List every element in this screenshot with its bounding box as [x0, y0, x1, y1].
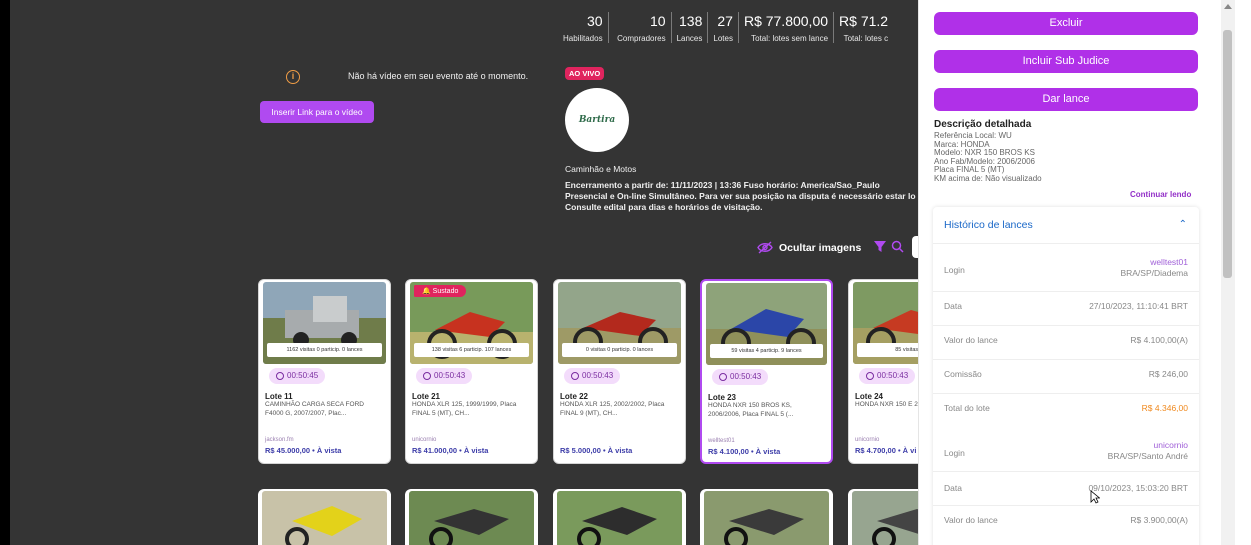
clock-icon [866, 372, 874, 380]
lot-leader: unicornio [412, 437, 437, 443]
live-badge: AO VIVO [565, 67, 605, 80]
chevron-up-icon[interactable]: ⌃ [1179, 219, 1187, 230]
lot-timer: 00:50:43 [416, 368, 473, 384]
insert-video-link-button[interactable]: Inserir Link para o vídeo [260, 101, 374, 123]
scroll-thumb[interactable] [1223, 30, 1232, 278]
lot-title: Lote 22 [560, 392, 589, 401]
lot-leader: unicornio [855, 437, 880, 443]
place-bid-button[interactable]: Dar lance [934, 88, 1198, 111]
bid-row-login: Login welltest01 BRA/SP/Diadema [933, 243, 1199, 291]
delete-button[interactable]: Excluir [934, 12, 1198, 35]
suspended-badge: 🔔 Sustado [414, 285, 467, 297]
clock-icon [719, 373, 727, 381]
stat-habilitados: 30 Habilitados [563, 13, 603, 43]
lot-description: HONDA NXR 150 BROS KS, 2006/2006, Placa … [708, 402, 794, 418]
lot-title: Lote 21 [412, 392, 441, 401]
lot-timer: 00:50:45 [269, 368, 326, 384]
lot-title: Lote 24 [855, 392, 884, 401]
lot-card-selected[interactable]: 59 visitas 4 particip. 9 lances 00:50:43… [700, 279, 833, 464]
lot-title: Lote 11 [265, 392, 293, 401]
clock-icon [276, 372, 284, 380]
bid-row-date: Data 09/10/2023, 15:03:20 BRT [933, 471, 1199, 505]
lot-card[interactable] [553, 489, 686, 545]
clock-icon [423, 372, 431, 380]
stat-lotes: 27 Lotes [707, 12, 738, 43]
lot-detail-panel: Excluir Incluir Sub Judice Dar lance Des… [918, 0, 1216, 545]
hide-images-label: Ocultar imagens [779, 241, 862, 254]
lot-timer: 00:50:43 [859, 368, 916, 384]
bid-row-value: Valor do lance R$ 3.900,00(A) [933, 505, 1199, 539]
bid-row-commission: Comissão R$ 246,00 [933, 359, 1199, 393]
stat-total-sem-lance: R$ 77.800,00 Total: lotes sem lance [737, 12, 833, 43]
lot-price: R$ 41.000,00 • À vista [412, 446, 489, 455]
lot-views: 0 visitas 0 particip. 0 lances [562, 343, 677, 357]
app-window: i Não há vídeo em seu evento até o momen… [0, 0, 1251, 545]
lot-leader: jackson.fm [265, 437, 294, 443]
lot-views: 138 visitas 6 particip. 107 lances [414, 343, 529, 357]
bid-row-login: Login unicornio BRA/SP/Santo André [944, 440, 1188, 461]
lot-description: HONDA XLR 125, 2002/2002, Placa FINAL 9 … [560, 401, 665, 417]
lot-price: R$ 45.000,00 • À vista [265, 446, 342, 455]
event-stats: 30 Habilitados 10 Compradores 138 Lances 27… [558, 12, 893, 43]
scroll-up-arrow[interactable] [1224, 4, 1232, 9]
lot-card[interactable] [405, 489, 538, 545]
panel-scrollbar[interactable] [1216, 0, 1251, 545]
lot-timer: 00:50:43 [712, 369, 769, 385]
lot-card[interactable]: 🔔 Sustado 138 visitas 6 particip. 107 la… [405, 279, 538, 464]
filter-icon[interactable] [874, 241, 886, 253]
lot-price: R$ 5.000,00 • À vista [560, 446, 633, 455]
bell-icon: 🔔 [422, 288, 433, 295]
lot-description: HONDA XLR 125, 1999/1999, Placa FINAL 5 … [412, 401, 517, 417]
auctioneer-logo: Bartira [565, 88, 629, 152]
bid-row-value: Valor do lance R$ 4.100,00(A) [933, 325, 1199, 359]
stat-lances: 138 Lances [670, 12, 708, 43]
search-icon[interactable] [891, 240, 904, 253]
video-message: Não há vídeo em seu evento até o momento… [348, 71, 529, 81]
event-category: Caminhão e Motos [565, 164, 637, 174]
lot-photo [704, 491, 829, 545]
bid-history-title[interactable]: Histórico de lances [944, 219, 1033, 231]
lot-card[interactable]: 0 visitas 0 particip. 0 lances 00:50:43 … [553, 279, 686, 464]
lot-description: CAMINHÃO CARGA SECA FORD F4000 G, 2007/2… [265, 401, 364, 417]
event-info: Encerramento a partir de: 11/11/2023 | 1… [565, 180, 916, 212]
lot-price: R$ 4.700,00 • À vi [855, 446, 917, 455]
lot-views: 1162 visitas 0 particip. 0 lances [267, 343, 382, 357]
stat-compradores: 10 Compradores [607, 12, 671, 43]
continue-reading-link[interactable]: Continuar lendo [1130, 190, 1191, 199]
lot-card[interactable] [700, 489, 833, 545]
lot-leader: welltest01 [708, 438, 735, 444]
info-icon: i [286, 70, 300, 84]
left-edge [0, 0, 10, 545]
hide-images-toggle[interactable]: Ocultar imagens [757, 241, 861, 254]
bid-row-date: Data 27/10/2023, 11:10:41 BRT [933, 291, 1199, 325]
sub-judice-button[interactable]: Incluir Sub Judice [934, 50, 1198, 73]
lot-photo [557, 491, 682, 545]
lot-photo [262, 491, 387, 545]
lot-views: 59 visitas 4 particip. 9 lances [710, 344, 823, 358]
description-body: Referência Local: WU Marca: HONDA Modelo… [934, 132, 1042, 183]
bid-row-total: Total do lote R$ 4.346,00 [933, 393, 1199, 427]
lot-title: Lote 23 [708, 393, 737, 402]
bid-history: Histórico de lances ⌃ Login welltest01 B… [933, 207, 1199, 545]
lot-card[interactable]: 1162 visitas 0 particip. 0 lances 00:50:… [258, 279, 391, 464]
lot-price: R$ 4.100,00 • À vista [708, 447, 781, 456]
stat-total-com-lance: R$ 71.2 Total: lotes c [833, 12, 893, 43]
clock-icon [571, 372, 579, 380]
lot-photo [409, 491, 534, 545]
lot-timer: 00:50:43 [564, 368, 621, 384]
eye-off-icon [757, 241, 773, 254]
description-title: Descrição detalhada [934, 119, 1032, 130]
mouse-cursor-icon [1090, 490, 1100, 504]
lot-card[interactable] [258, 489, 391, 545]
